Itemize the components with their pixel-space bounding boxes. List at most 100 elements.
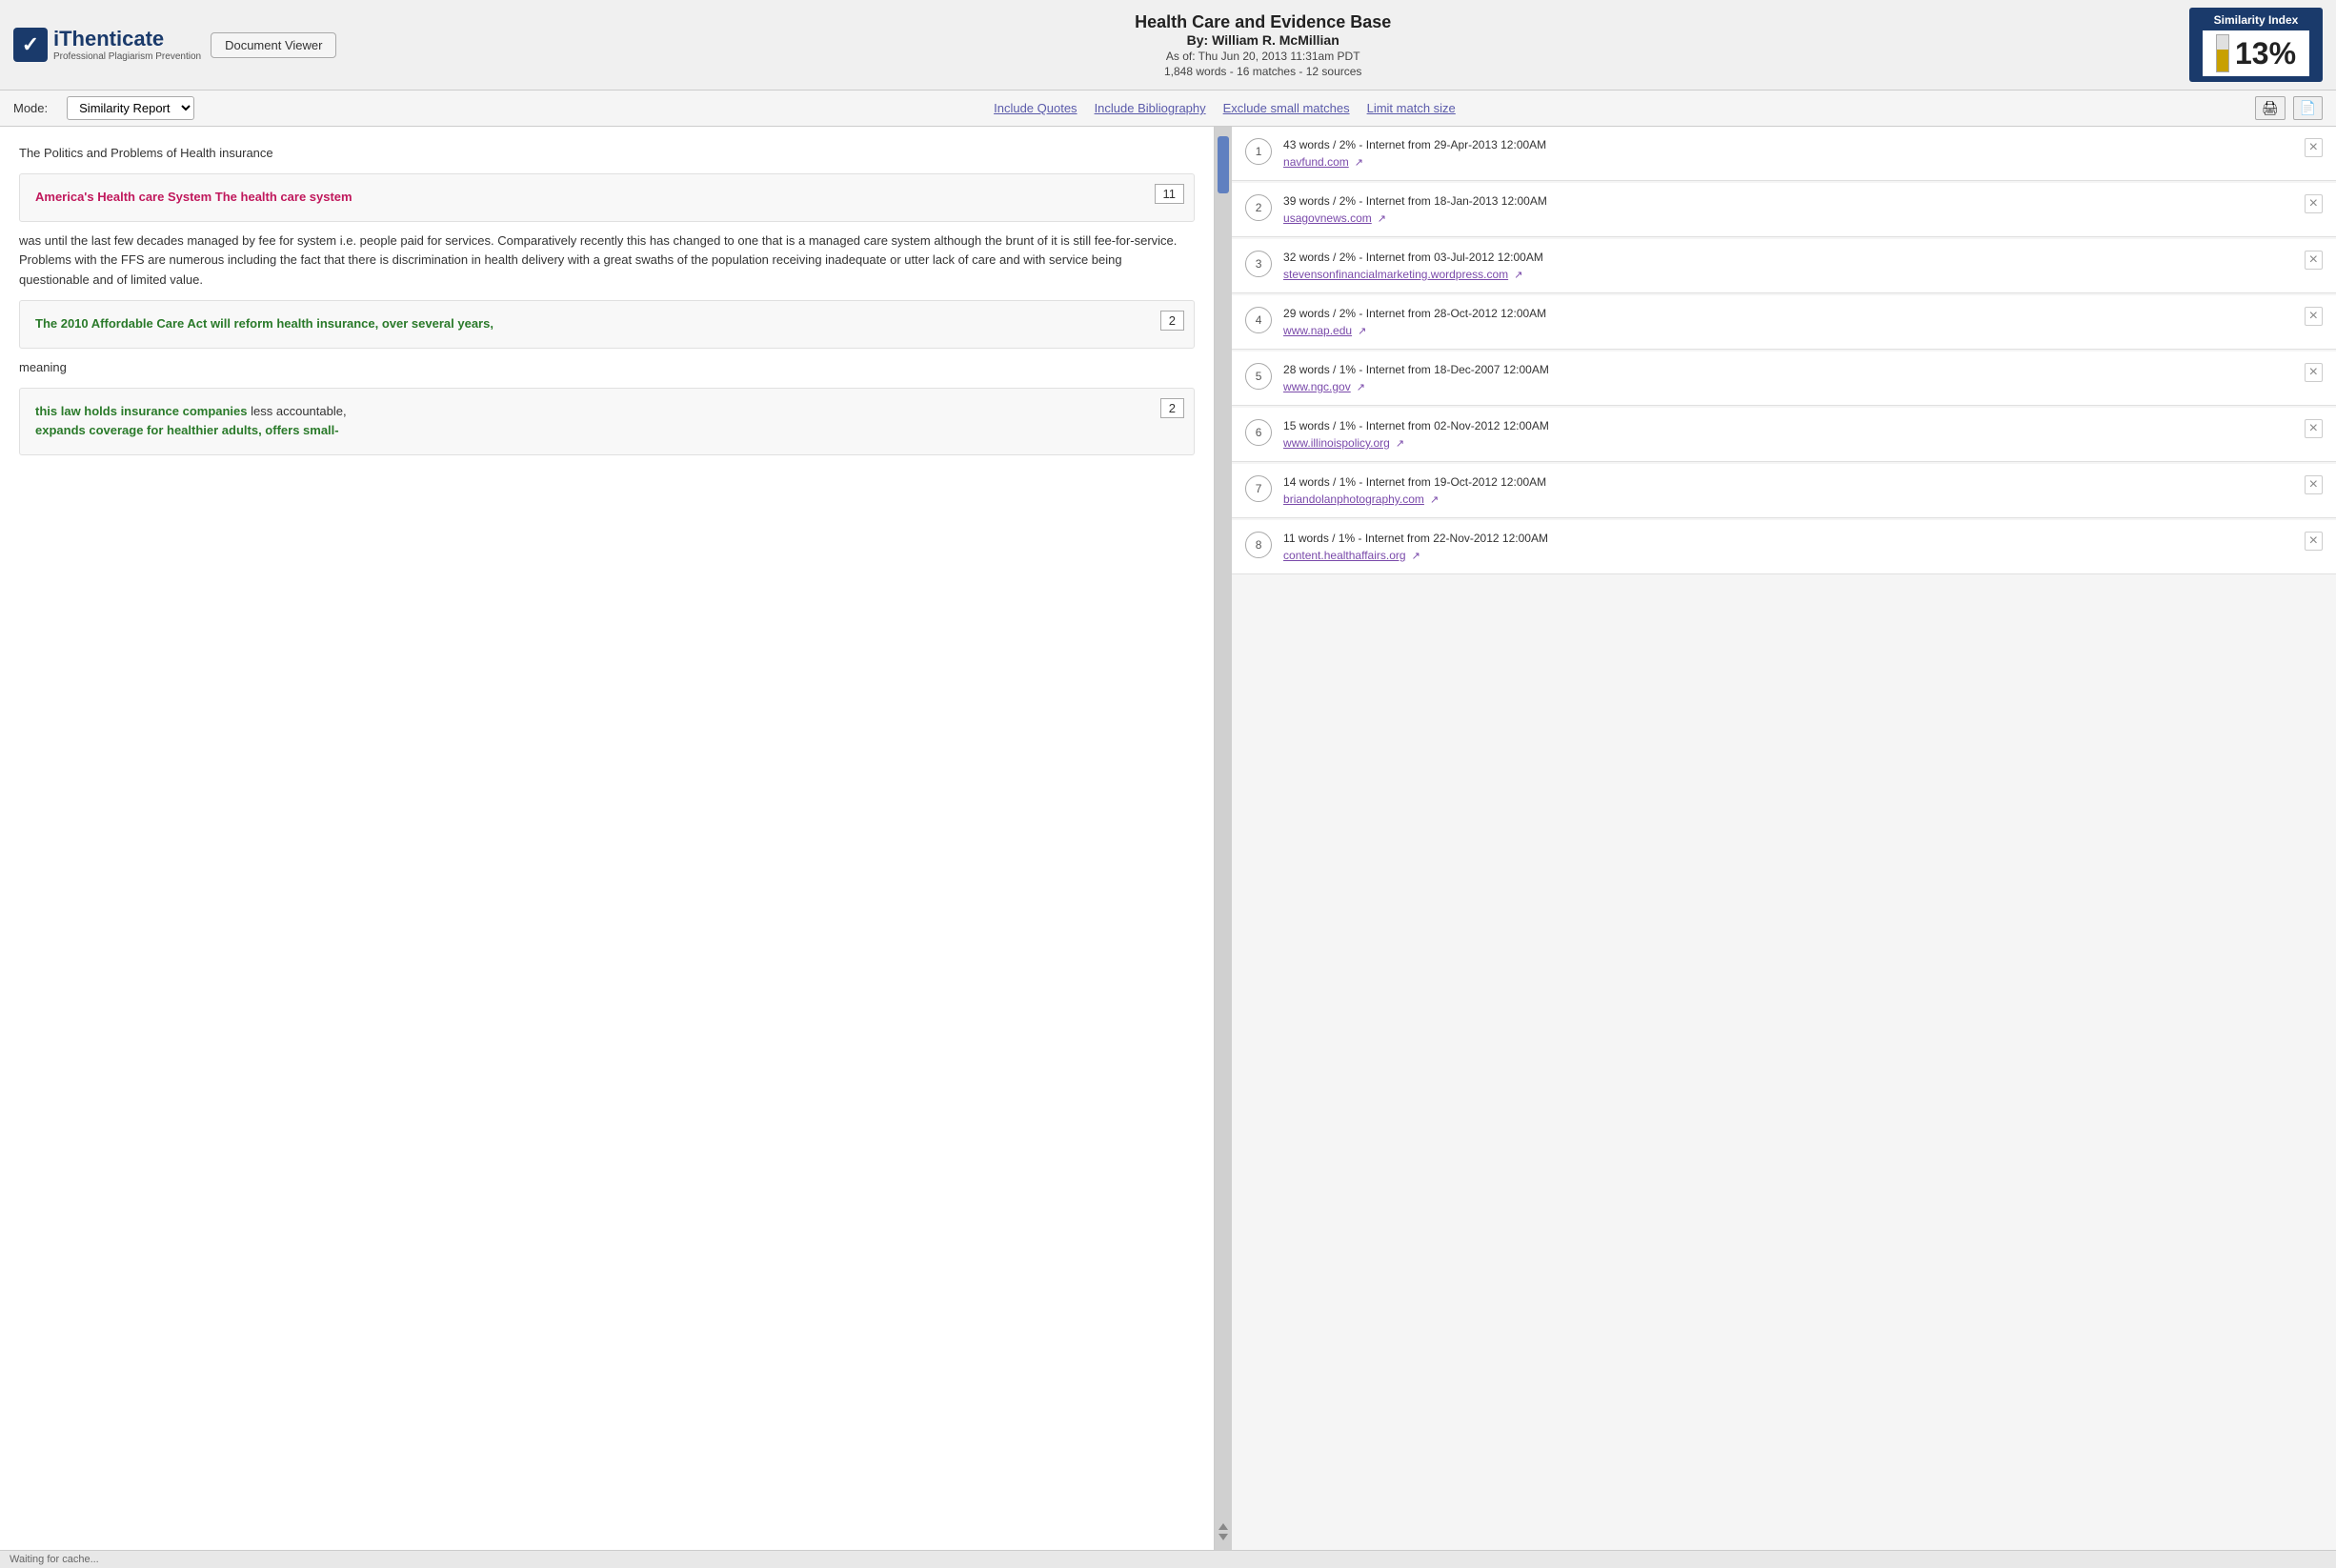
paragraph-2: was until the last few decades managed b… [19,231,1195,291]
match-text-3b: less accountable, [251,404,346,418]
print-button[interactable]: 🖨 [2255,96,2286,120]
match-close-button[interactable]: × [2305,138,2323,157]
match-text-3c: expands coverage for healthier adults, o… [35,423,339,437]
match-block-2: The 2010 Affordable Care Act will reform… [19,300,1195,349]
match-source-link[interactable]: usagovnews.com [1283,211,1372,225]
toolbar-links: Include Quotes Include Bibliography Excl… [213,101,2236,115]
match-row[interactable]: 6 15 words / 1% - Internet from 02-Nov-20… [1232,408,2336,462]
match-row[interactable]: 332 words / 2% - Internet from 03-Jul-20… [1232,239,2336,293]
match-close-button[interactable]: × [2305,307,2323,326]
document-author: By: William R. McMillian [346,32,2180,48]
match-num-circle: 4 [1245,307,1272,333]
match-number-1[interactable]: 11 [1155,184,1185,204]
external-link-icon: ↗ [1352,157,1363,169]
similarity-percent: 13% [2235,36,2296,71]
match-source-link[interactable]: www.ngc.gov [1283,380,1351,393]
match-stats: 29 words / 2% - Internet from 28-Oct-201… [1283,307,2293,320]
paragraph-3: meaning [19,358,1195,378]
match-link-wrap: www.nap.edu ↗ [1283,323,2293,337]
toolbar: Mode: Similarity Report Include Quotes I… [0,90,2336,127]
logo-checkmark: ✓ [13,28,48,62]
match-info: 29 words / 2% - Internet from 28-Oct-201… [1283,307,2293,337]
match-close-button[interactable]: × [2305,251,2323,270]
match-close-button[interactable]: × [2305,363,2323,382]
pane-divider [1215,127,1232,1550]
document-left-pane[interactable]: The Politics and Problems of Health insu… [0,127,1215,1550]
match-info: 39 words / 2% - Internet from 18-Jan-201… [1283,194,2293,225]
external-link-icon: ↗ [1355,326,1366,337]
match-source-link[interactable]: stevensonfinancialmarketing.wordpress.co… [1283,268,1508,281]
match-number-3[interactable]: 2 [1160,398,1184,418]
mode-select[interactable]: Similarity Report [67,96,194,120]
match-stats: 11 words / 1% - Internet from 22-Nov-201… [1283,532,2293,545]
match-link-wrap: briandolanphotography.com ↗ [1283,492,2293,506]
match-close-button[interactable]: × [2305,475,2323,494]
document-info: Health Care and Evidence Base By: Willia… [346,12,2180,78]
download-button[interactable]: 📄 [2293,96,2323,120]
match-text-3a: this law holds insurance companies [35,404,248,418]
match-link-wrap: usagovnews.com ↗ [1283,211,2293,225]
divider-arrows [1218,1523,1228,1540]
match-stats: 28 words / 1% - Internet from 18-Dec-200… [1283,363,2293,376]
scroll-handle[interactable] [1218,136,1229,193]
external-link-icon: ↗ [1354,382,1365,393]
match-info: 14 words / 1% - Internet from 19-Oct-201… [1283,475,2293,506]
exclude-small-matches-link[interactable]: Exclude small matches [1223,101,1350,115]
match-source-link[interactable]: www.nap.edu [1283,324,1352,337]
arrow-up-icon[interactable] [1218,1523,1228,1530]
match-link-wrap: navfund.com ↗ [1283,154,2293,169]
match-link-wrap: www.ngc.gov ↗ [1283,379,2293,393]
brand-tagline: Professional Plagiarism Prevention [53,51,201,63]
match-info: 32 words / 2% - Internet from 03-Jul-201… [1283,251,2293,281]
match-num-circle: 5 [1245,363,1272,390]
match-num-circle: 2 [1245,194,1272,221]
similarity-bar [2216,34,2229,72]
logo-text: iThenticate Professional Plagiarism Prev… [53,27,201,63]
toolbar-icon-group: 🖨 📄 [2255,96,2323,120]
match-info: 43 words / 2% - Internet from 29-Apr-201… [1283,138,2293,169]
document-title: Health Care and Evidence Base [346,12,2180,32]
match-source-link[interactable]: navfund.com [1283,155,1349,169]
match-stats: 32 words / 2% - Internet from 03-Jul-201… [1283,251,2293,264]
match-num-circle: 8 [1245,532,1272,558]
external-link-icon: ↗ [1511,270,1522,281]
match-stats: 14 words / 1% - Internet from 19-Oct-201… [1283,475,2293,489]
similarity-value-area: 13% [2203,30,2309,76]
document-date: As of: Thu Jun 20, 2013 11:31am PDT [346,50,2180,63]
match-info: 15 words / 1% - Internet from 02-Nov-201… [1283,419,2293,450]
mode-label: Mode: [13,101,48,115]
document-viewer-button[interactable]: Document Viewer [211,32,336,58]
status-bar: Waiting for cache... [0,1550,2336,1568]
match-close-button[interactable]: × [2305,419,2323,438]
limit-match-size-link[interactable]: Limit match size [1367,101,1456,115]
match-source-link[interactable]: briandolanphotography.com [1283,493,1424,506]
match-link-wrap: content.healthaffairs.org ↗ [1283,548,2293,562]
match-stats: 39 words / 2% - Internet from 18-Jan-201… [1283,194,2293,208]
matches-right-pane[interactable]: 1 43 words / 2% - Internet from 29-Apr-20… [1232,127,2336,1550]
match-row[interactable]: 4 29 words / 2% - Internet from 28-Oct-20… [1232,295,2336,350]
match-source-link[interactable]: www.illinoispolicy.org [1283,436,1390,450]
include-bibliography-link[interactable]: Include Bibliography [1095,101,1206,115]
match-row[interactable]: 2 39 words / 2% - Internet from 18-Jan-20… [1232,183,2336,237]
match-num-circle: 1 [1245,138,1272,165]
match-link-wrap: stevensonfinancialmarketing.wordpress.co… [1283,267,2293,281]
match-row[interactable]: 714 words / 1% - Internet from 19-Oct-20… [1232,464,2336,518]
match-close-button[interactable]: × [2305,532,2323,551]
match-stats: 43 words / 2% - Internet from 29-Apr-201… [1283,138,2293,151]
include-quotes-link[interactable]: Include Quotes [994,101,1077,115]
match-number-2[interactable]: 2 [1160,311,1184,331]
match-info: 28 words / 1% - Internet from 18-Dec-200… [1283,363,2293,393]
match-num-circle: 6 [1245,419,1272,446]
external-link-icon: ↗ [1393,438,1404,450]
match-block-3: this law holds insurance companies less … [19,388,1195,456]
match-text-2: The 2010 Affordable Care Act will reform… [35,316,493,331]
match-row[interactable]: 1 43 words / 2% - Internet from 29-Apr-20… [1232,127,2336,181]
match-close-button[interactable]: × [2305,194,2323,213]
external-link-icon: ↗ [1427,494,1439,506]
match-source-link[interactable]: content.healthaffairs.org [1283,549,1406,562]
external-link-icon: ↗ [1409,551,1420,562]
match-row[interactable]: 8 11 words / 1% - Internet from 22-Nov-20… [1232,520,2336,574]
match-block-1: America's Health care System The health … [19,173,1195,222]
main-content: The Politics and Problems of Health insu… [0,127,2336,1550]
match-row[interactable]: 5 28 words / 1% - Internet from 18-Dec-20… [1232,352,2336,406]
